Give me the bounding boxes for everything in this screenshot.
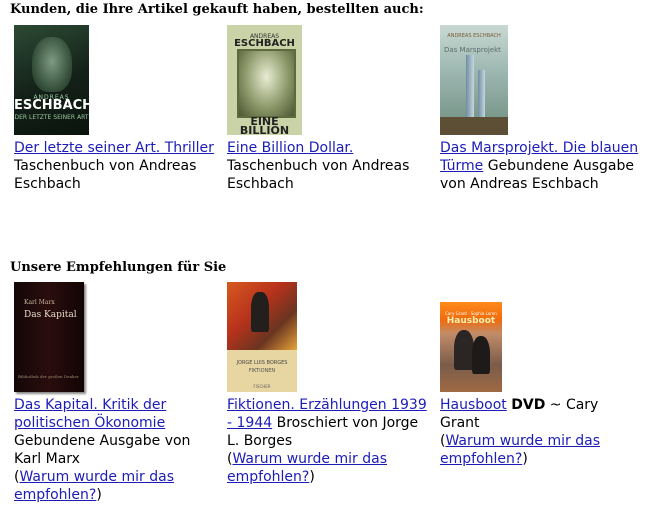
why-recommended-link[interactable]: Warum wurde mir das empfohlen? bbox=[14, 469, 174, 503]
book-cover-image[interactable]: ANDREAS ESCHBACH Das Marsprojekt bbox=[440, 25, 508, 135]
why-recommended-link[interactable]: Warum wurde mir das empfohlen? bbox=[227, 451, 387, 485]
product-title-link[interactable]: Eine Billion Dollar. bbox=[227, 140, 353, 156]
product-item: Cary Grant · Sophia Loren Hausboot Hausb… bbox=[440, 302, 635, 468]
product-item: ANDREAS ESCHBACH Das Marsprojekt Das Mar… bbox=[440, 25, 640, 193]
product-title-link[interactable]: Das Kapital. Kritik der politischen Ökon… bbox=[14, 397, 166, 431]
section-title-also-bought: Kunden, die Ihre Artikel gekauft haben, … bbox=[10, 2, 424, 17]
product-description: Taschenbuch von Andreas Eschbach bbox=[14, 158, 197, 192]
product-title-link[interactable]: Hausboot bbox=[440, 397, 507, 413]
book-cover-image[interactable]: ANDREAS ESCHBACH EINE BILLION DOLLAR bbox=[227, 25, 302, 135]
product-item: ANDREAS ESCHBACH DER LETZTE SEINER ART D… bbox=[14, 25, 224, 193]
product-item: ANDREAS ESCHBACH EINE BILLION DOLLAR Ein… bbox=[227, 25, 437, 193]
section-title-recommendations: Unsere Empfehlungen für Sie bbox=[10, 260, 227, 275]
product-description: Taschenbuch von Andreas Eschbach bbox=[227, 158, 410, 192]
book-cover-image[interactable]: JORGE LUIS BORGES FIKTIONEN FISCHER bbox=[227, 282, 297, 392]
product-description: Gebundene Ausgabe von Karl Marx bbox=[14, 433, 191, 467]
book-cover-image[interactable]: ANDREAS ESCHBACH DER LETZTE SEINER ART bbox=[14, 25, 89, 135]
product-item: Karl Marx Das Kapital Bibliothek der gro… bbox=[14, 282, 214, 504]
product-item: JORGE LUIS BORGES FIKTIONEN FISCHER Fikt… bbox=[227, 282, 427, 486]
why-recommended-link[interactable]: Warum wurde mir das empfohlen? bbox=[440, 433, 600, 467]
book-cover-image[interactable]: Karl Marx Das Kapital Bibliothek der gro… bbox=[14, 282, 84, 392]
dvd-cover-image[interactable]: Cary Grant · Sophia Loren Hausboot bbox=[440, 302, 502, 392]
format-label: DVD bbox=[511, 397, 546, 413]
product-title-link[interactable]: Der letzte seiner Art. Thriller bbox=[14, 140, 214, 156]
